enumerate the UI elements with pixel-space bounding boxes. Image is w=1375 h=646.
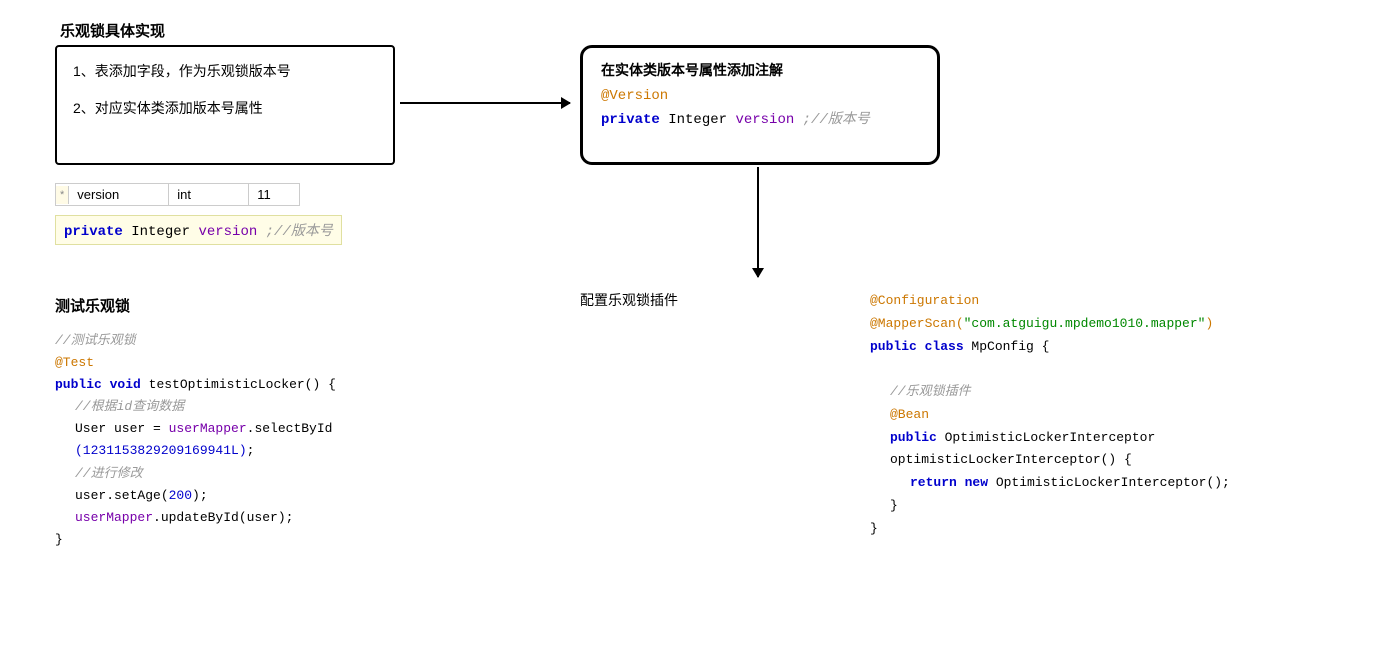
steps-box: 1、表添加字段，作为乐观锁版本号 2、对应实体类添加版本号属性 <box>55 45 395 165</box>
config-close1: } <box>870 495 1230 518</box>
test-line1: public void testOptimisticLocker() { <box>55 374 336 396</box>
test-comment1: //测试乐观锁 <box>55 330 336 352</box>
config-code-block: @Configuration @MapperScan("com.atguigu.… <box>870 290 1230 540</box>
arrow-down-icon <box>757 167 759 277</box>
config-method-line1: public OptimisticLockerInterceptor <box>870 427 1230 450</box>
at-version-annotation: @Version <box>601 88 668 104</box>
config-close2: } <box>870 518 1230 541</box>
step-1: 1、表添加字段，作为乐观锁版本号 <box>73 61 377 82</box>
db-field-name: version <box>69 184 169 205</box>
test-section-title: 测试乐观锁 <box>55 295 130 316</box>
annotation-version-line: @Version <box>601 88 919 104</box>
config-empty <box>870 358 1230 381</box>
integer-text: Integer <box>668 112 735 128</box>
config-section-label: 配置乐观锁插件 <box>580 290 678 310</box>
code-snippet: private Integer version ;//版本号 <box>55 215 342 245</box>
arrow-right-icon <box>400 102 570 104</box>
annotation-box: 在实体类版本号属性添加注解 @Version private Integer v… <box>580 45 940 165</box>
db-key-symbol: * <box>56 186 69 204</box>
annotation-box-title: 在实体类版本号属性添加注解 <box>601 60 919 80</box>
config-comment1: //乐观锁插件 <box>870 381 1230 404</box>
db-table-row: * version int 11 <box>55 183 300 206</box>
step-2: 2、对应实体类添加版本号属性 <box>73 98 377 119</box>
annotation-private-line: private Integer version ;//版本号 <box>601 108 919 128</box>
snippet-integer-text: Integer <box>131 224 198 240</box>
config-class-line: public class MpConfig { <box>870 336 1230 359</box>
test-close: } <box>55 529 336 551</box>
version-comment: ;//版本号 <box>803 112 870 128</box>
snippet-version-var: version <box>198 224 257 240</box>
config-method-line2: optimisticLockerInterceptor() { <box>870 449 1230 472</box>
snippet-private-keyword: private <box>64 224 123 240</box>
config-return-line: return new OptimisticLockerInterceptor()… <box>870 472 1230 495</box>
test-line2: User user = userMapper.selectById <box>55 418 336 440</box>
test-line4: userMapper.updateById(user); <box>55 507 336 529</box>
test-comment3: //进行修改 <box>55 463 336 485</box>
version-variable: version <box>735 112 794 128</box>
db-field-type: int <box>169 184 249 205</box>
config-annotation1: @Configuration <box>870 290 1230 313</box>
test-code-block: //测试乐观锁 @Test public void testOptimistic… <box>55 330 336 551</box>
test-comment2: //根据id查询数据 <box>55 396 336 418</box>
snippet-comment: ;//版本号 <box>266 224 333 240</box>
page-title: 乐观锁具体实现 <box>60 20 165 41</box>
db-field-length: 11 <box>249 184 299 205</box>
test-annotation: @Test <box>55 352 336 374</box>
test-line2b: (1231153829209169941L); <box>55 440 336 462</box>
config-annotation2: @MapperScan("com.atguigu.mpdemo1010.mapp… <box>870 313 1230 336</box>
private-keyword: private <box>601 112 660 128</box>
config-bean-annotation: @Bean <box>870 404 1230 427</box>
test-line3: user.setAge(200); <box>55 485 336 507</box>
